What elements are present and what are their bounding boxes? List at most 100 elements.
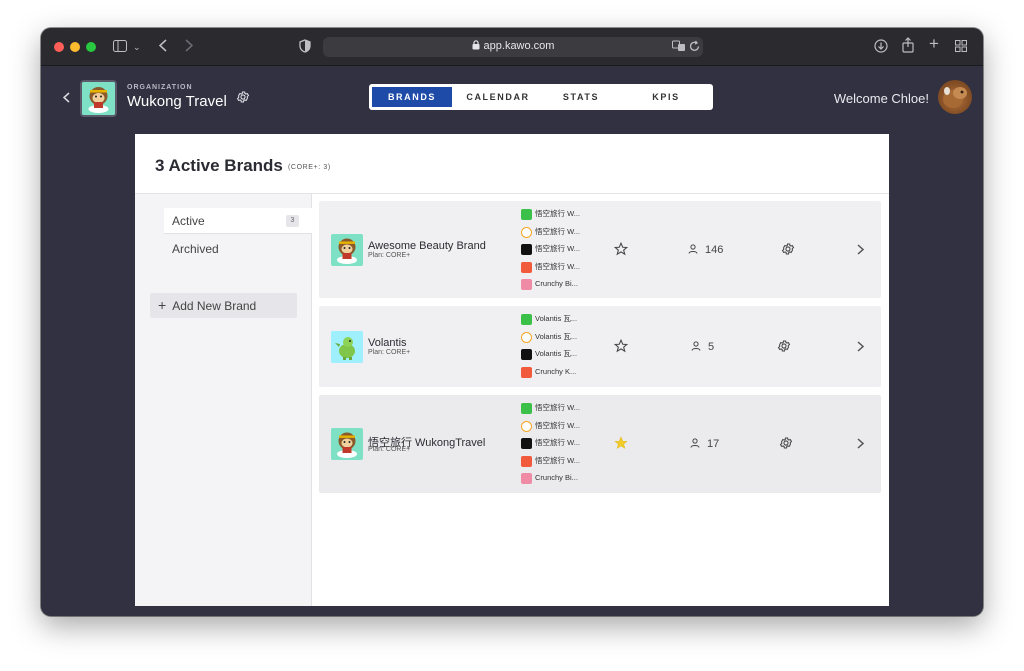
back-chevron-icon[interactable]	[62, 91, 70, 106]
bilibili-icon	[521, 279, 532, 291]
translate-icon[interactable]	[672, 40, 686, 52]
xiaohongshu-icon	[521, 366, 532, 378]
org-name: Wukong Travel	[127, 93, 227, 110]
org-logo-monkey-icon[interactable]	[80, 80, 117, 117]
user-avatar[interactable]	[938, 80, 972, 114]
tab-kpis[interactable]: KPIS	[621, 87, 711, 107]
user-icon	[690, 438, 700, 448]
forward-icon[interactable]	[185, 39, 193, 52]
app-content: ORGANIZATION Wukong Travel BRANDS CALEND…	[41, 67, 983, 616]
favorite-star-icon[interactable]	[613, 241, 629, 261]
tab-overview-icon[interactable]	[955, 40, 967, 52]
channel-label: 悟空旅行 W...	[535, 403, 580, 412]
brand-settings-gear-icon[interactable]	[781, 242, 795, 261]
brand-filter-sidebar: Active 3 Archived + Add New Brand	[135, 194, 312, 606]
channel-list: 悟空旅行 W... 悟空旅行 W... 悟空旅行 W... 悟空旅行 W... …	[521, 208, 580, 296]
douyin-icon	[521, 349, 532, 361]
privacy-shield-icon[interactable]	[299, 39, 311, 53]
back-icon[interactable]	[159, 39, 167, 52]
douyin-icon	[521, 244, 532, 256]
channel-weibo: 悟空旅行 W...	[521, 226, 580, 244]
org-settings-gear-icon[interactable]	[236, 90, 250, 109]
brands-panel: 3 Active Brands (CORE+: 3) Active 3 Arch…	[135, 134, 889, 606]
browser-toolbar: ⌄ app.kawo.com +	[41, 28, 983, 66]
chevron-right-icon[interactable]	[857, 243, 865, 258]
plan-summary: (CORE+: 3)	[288, 164, 331, 171]
tab-brands[interactable]: BRANDS	[372, 87, 452, 107]
channel-label: 悟空旅行 W...	[535, 244, 580, 254]
favorite-star-filled-icon[interactable]	[614, 436, 628, 455]
channel-list: 悟空旅行 W... 悟空旅行 W... 悟空旅行 W... 悟空旅行 W... …	[521, 402, 580, 490]
channel-label: Crunchy K...	[535, 366, 577, 376]
sidebar-toggle-icon[interactable]	[113, 40, 127, 52]
chevron-right-icon[interactable]	[857, 340, 865, 355]
channel-xiaohongshu: Crunchy K...	[521, 366, 577, 384]
brand-row-volantis[interactable]: Volantis Plan: CORE+ Volantis 瓦... Volan…	[319, 306, 881, 387]
channel-list: Volantis 瓦... Volantis 瓦... Volantis 瓦..…	[521, 313, 577, 383]
channel-douyin: 悟空旅行 W...	[521, 437, 580, 455]
brand-row-wukong-travel[interactable]: 悟空旅行 WukongTravel Plan: CORE+ 悟空旅行 W... …	[319, 395, 881, 493]
user-icon	[691, 341, 701, 351]
new-tab-icon[interactable]: +	[929, 35, 939, 52]
zoom-window-button[interactable]	[86, 42, 96, 52]
channel-xiaohongshu: 悟空旅行 W...	[521, 455, 580, 473]
brand-name: Volantis	[368, 337, 407, 349]
browser-window: ⌄ app.kawo.com + ORGANIZATION Wukong Tra…	[41, 28, 983, 616]
channel-wechat: 悟空旅行 W...	[521, 402, 580, 420]
add-new-brand-button[interactable]: + Add New Brand	[150, 293, 297, 318]
user-icon	[688, 244, 698, 254]
brand-plan: Plan: CORE+	[368, 446, 411, 453]
share-icon[interactable]	[902, 37, 914, 53]
tab-calendar[interactable]: CALENDAR	[455, 87, 541, 107]
channel-label: 悟空旅行 W...	[535, 420, 580, 430]
user-count[interactable]: 146	[687, 243, 723, 256]
weibo-icon	[521, 420, 532, 432]
channel-label: 悟空旅行 W...	[535, 455, 580, 465]
downloads-icon[interactable]	[874, 39, 888, 53]
channel-bilibili: Crunchy Bi...	[521, 278, 580, 296]
brand-logo-monkey-icon	[331, 428, 363, 460]
brand-settings-gear-icon[interactable]	[777, 339, 791, 358]
lock-icon	[472, 40, 480, 53]
channel-label: Crunchy Bi...	[535, 473, 578, 483]
brand-settings-gear-icon[interactable]	[779, 436, 793, 455]
douyin-icon	[521, 438, 532, 450]
brand-row-awesome-beauty[interactable]: Awesome Beauty Brand Plan: CORE+ 悟空旅行 W.…	[319, 201, 881, 298]
xiaohongshu-icon	[521, 455, 532, 467]
org-caption: ORGANIZATION	[127, 84, 193, 91]
sidebar-item-label: Active	[172, 214, 205, 228]
sidebar-item-active[interactable]: Active 3	[164, 208, 312, 234]
brand-name: Awesome Beauty Brand	[368, 240, 486, 252]
wechat-icon	[521, 314, 532, 325]
brand-plan: Plan: CORE+	[368, 252, 411, 259]
user-count[interactable]: 17	[689, 437, 719, 450]
xiaohongshu-icon	[521, 261, 532, 273]
chevron-right-icon[interactable]	[857, 437, 865, 452]
main-nav-tabs: BRANDS CALENDAR STATS KPIS	[369, 84, 713, 110]
weibo-icon	[521, 226, 532, 238]
count-badge: 3	[286, 215, 299, 227]
chevron-down-icon[interactable]: ⌄	[133, 40, 141, 54]
channel-label: 悟空旅行 W...	[535, 209, 580, 218]
sidebar-item-archived[interactable]: Archived	[164, 236, 312, 262]
close-window-button[interactable]	[54, 42, 64, 52]
sidebar-item-label: Archived	[172, 242, 219, 256]
channel-weibo: 悟空旅行 W...	[521, 420, 580, 438]
wechat-icon	[521, 209, 532, 220]
channel-label: 悟空旅行 W...	[535, 261, 580, 271]
channel-label: Volantis 瓦...	[535, 349, 578, 359]
brand-plan: Plan: CORE+	[368, 349, 411, 356]
channel-weibo: Volantis 瓦...	[521, 331, 577, 349]
brand-logo-dragon-icon	[331, 331, 363, 363]
tab-stats[interactable]: STATS	[541, 87, 621, 107]
url-text: app.kawo.com	[483, 40, 555, 52]
favorite-star-icon[interactable]	[613, 338, 629, 358]
minimize-window-button[interactable]	[70, 42, 80, 52]
address-bar[interactable]: app.kawo.com	[323, 37, 703, 57]
channel-wechat: Volantis 瓦...	[521, 313, 577, 331]
reload-icon[interactable]	[689, 40, 700, 52]
user-count[interactable]: 5	[690, 340, 714, 353]
channel-bilibili: Crunchy Bi...	[521, 472, 580, 490]
user-count-value: 5	[708, 341, 715, 353]
weibo-icon	[521, 331, 532, 343]
